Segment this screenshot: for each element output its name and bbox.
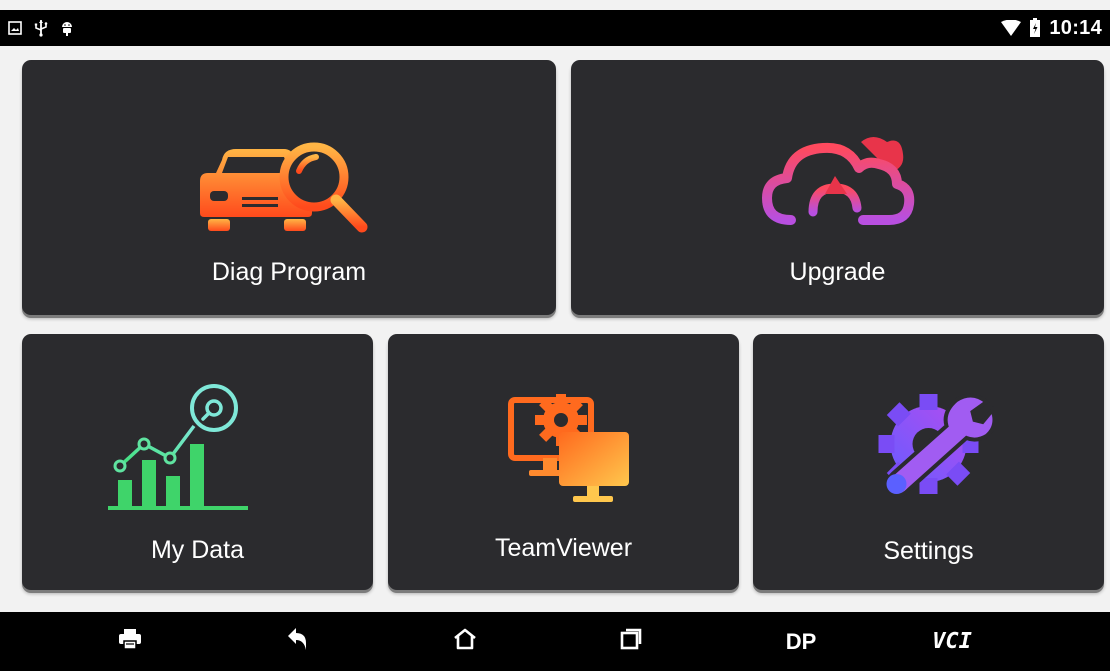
- navigation-bar: DP VCI: [0, 612, 1110, 671]
- battery-icon: [1029, 18, 1041, 38]
- printer-button[interactable]: [100, 612, 160, 671]
- home-button[interactable]: [435, 612, 495, 671]
- printer-icon: [119, 629, 141, 654]
- back-icon: [286, 628, 308, 655]
- upgrade-label: Upgrade: [789, 258, 886, 286]
- gear-wrench-icon: [868, 386, 996, 511]
- settings-tile[interactable]: Settings: [753, 334, 1104, 590]
- recent-apps-button[interactable]: [601, 612, 661, 671]
- home-icon: [453, 628, 477, 655]
- cloud-upload-icon: [751, 132, 921, 237]
- data-chart-icon: [106, 384, 256, 519]
- status-bar-right: 10:14: [1001, 10, 1102, 46]
- vci-button[interactable]: VCI: [922, 612, 982, 671]
- diag-program-label: Diag Program: [211, 258, 367, 286]
- back-button[interactable]: [267, 612, 327, 671]
- dp-label: DP: [785, 628, 817, 654]
- teamviewer-label: TeamViewer: [494, 534, 633, 562]
- diag-program-tile[interactable]: Diag Program: [22, 60, 556, 315]
- dp-button[interactable]: DP: [771, 612, 831, 671]
- my-data-label: My Data: [150, 536, 245, 564]
- my-data-tile[interactable]: My Data: [22, 334, 373, 590]
- remote-monitors-icon: [503, 386, 633, 516]
- upgrade-tile[interactable]: Upgrade: [571, 60, 1104, 315]
- recent-apps-icon: [620, 628, 642, 655]
- android-debug-icon: [60, 19, 74, 37]
- car-search-icon: [196, 135, 376, 245]
- wifi-icon: [1001, 20, 1022, 36]
- clock-time: 10:14: [1049, 16, 1102, 39]
- teamviewer-tile[interactable]: TeamViewer: [388, 334, 739, 590]
- usb-icon: [34, 19, 48, 37]
- image-icon: [8, 21, 22, 35]
- status-bar: 10:14: [0, 10, 1110, 46]
- vci-label: VCI: [932, 629, 972, 654]
- status-bar-left: [8, 10, 74, 46]
- settings-label: Settings: [883, 537, 974, 565]
